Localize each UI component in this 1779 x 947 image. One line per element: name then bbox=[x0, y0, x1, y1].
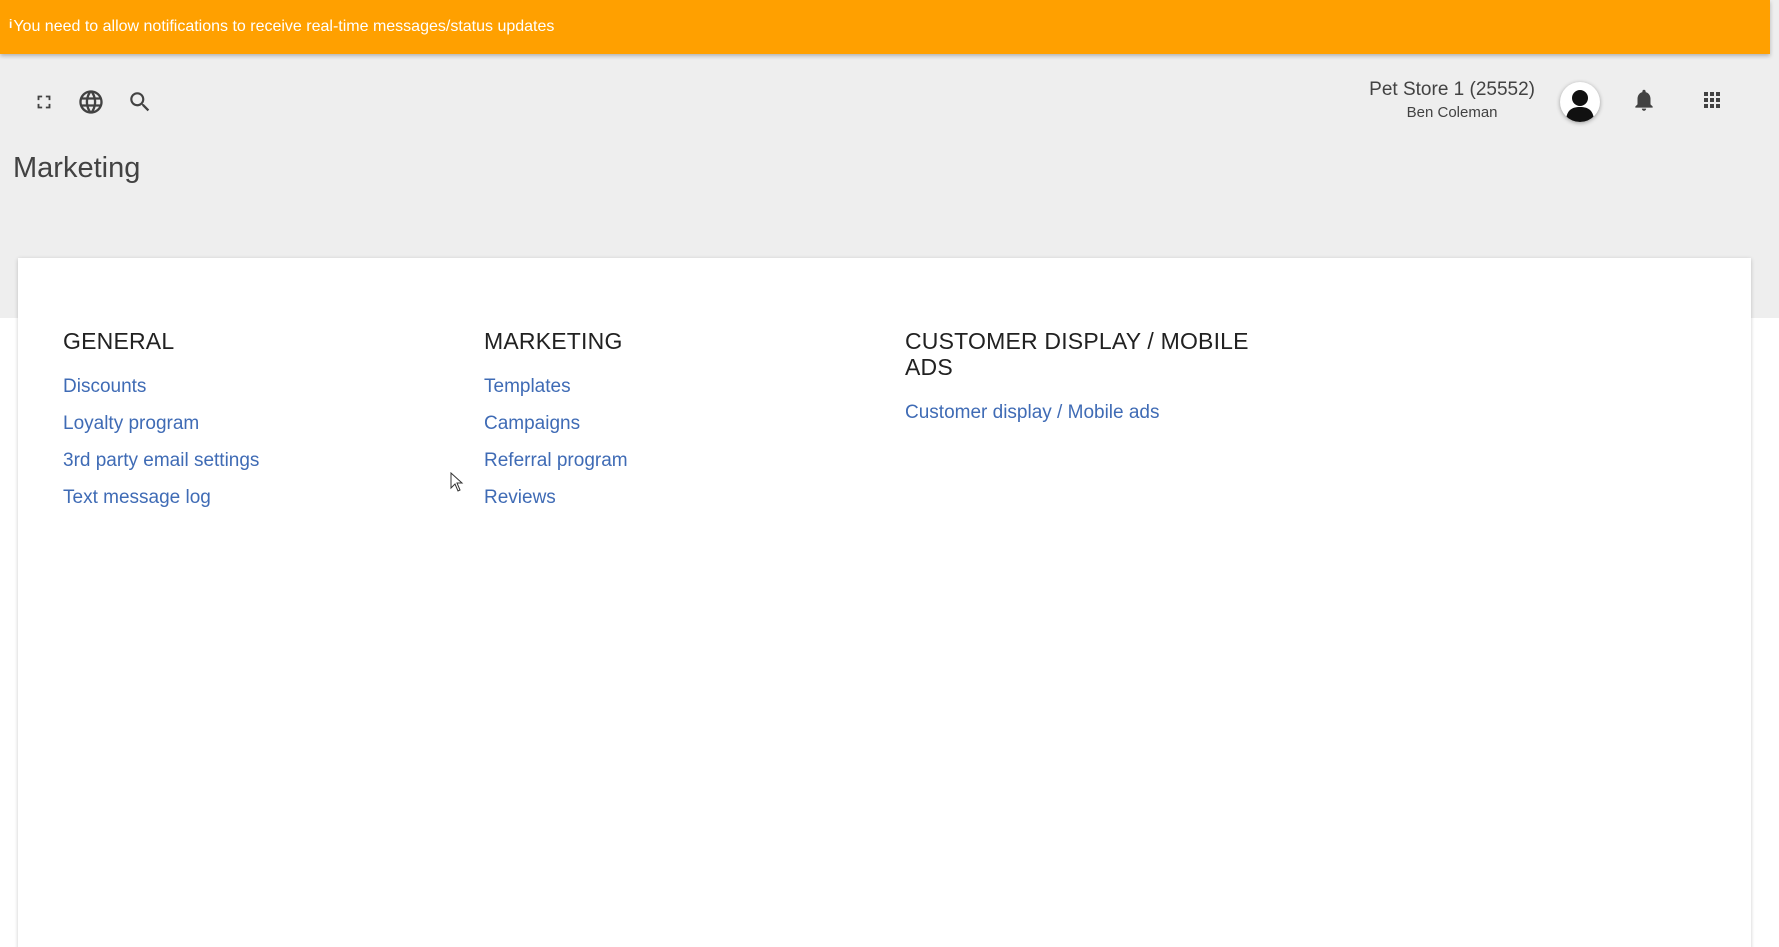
bell-icon[interactable] bbox=[1630, 86, 1658, 114]
section-heading-line1: CUSTOMER DISPLAY / MOBILE bbox=[905, 328, 1249, 354]
page-title: Marketing bbox=[13, 152, 141, 184]
banner-message: You need to allow notifications to recei… bbox=[13, 18, 555, 35]
apps-grid-icon[interactable] bbox=[1698, 86, 1726, 114]
user-name: Ben Coleman bbox=[1406, 104, 1498, 121]
fullscreen-icon[interactable] bbox=[30, 88, 58, 116]
store-user-info[interactable]: Pet Store 1 (25552) Ben Coleman bbox=[1369, 78, 1535, 124]
section-general: GENERAL Discounts Loyalty program 3rd pa… bbox=[63, 328, 443, 516]
link-referral-program[interactable]: Referral program bbox=[484, 442, 864, 479]
settings-card: GENERAL Discounts Loyalty program 3rd pa… bbox=[18, 258, 1751, 947]
section-heading: GENERAL bbox=[63, 328, 175, 354]
info-icon: i bbox=[9, 17, 13, 31]
link-3rd-party-email-settings[interactable]: 3rd party email settings bbox=[63, 442, 443, 479]
link-customer-display-mobile-ads[interactable]: Customer display / Mobile ads bbox=[905, 394, 1305, 431]
mouse-cursor-icon bbox=[450, 471, 464, 497]
avatar-icon bbox=[1566, 90, 1594, 122]
section-marketing: MARKETING Templates Campaigns Referral p… bbox=[484, 328, 864, 516]
avatar[interactable] bbox=[1560, 82, 1600, 122]
section-heading: MARKETING bbox=[484, 328, 623, 354]
section-heading-line2: ADS bbox=[905, 354, 953, 380]
link-templates[interactable]: Templates bbox=[484, 368, 864, 405]
section-customer-display: CUSTOMER DISPLAY / MOBILE ADS Customer d… bbox=[905, 328, 1305, 431]
link-reviews[interactable]: Reviews bbox=[484, 479, 864, 516]
store-name: Pet Store 1 (25552) bbox=[1369, 79, 1535, 100]
notification-banner: i You need to allow notifications to rec… bbox=[0, 0, 1770, 54]
search-icon[interactable] bbox=[126, 88, 154, 116]
link-campaigns[interactable]: Campaigns bbox=[484, 405, 864, 442]
page: i You need to allow notifications to rec… bbox=[0, 0, 1779, 947]
section-heading: CUSTOMER DISPLAY / MOBILE ADS bbox=[905, 328, 1305, 380]
link-discounts[interactable]: Discounts bbox=[63, 368, 443, 405]
globe-icon[interactable] bbox=[77, 88, 105, 116]
link-loyalty-program[interactable]: Loyalty program bbox=[63, 405, 443, 442]
link-text-message-log[interactable]: Text message log bbox=[63, 479, 443, 516]
